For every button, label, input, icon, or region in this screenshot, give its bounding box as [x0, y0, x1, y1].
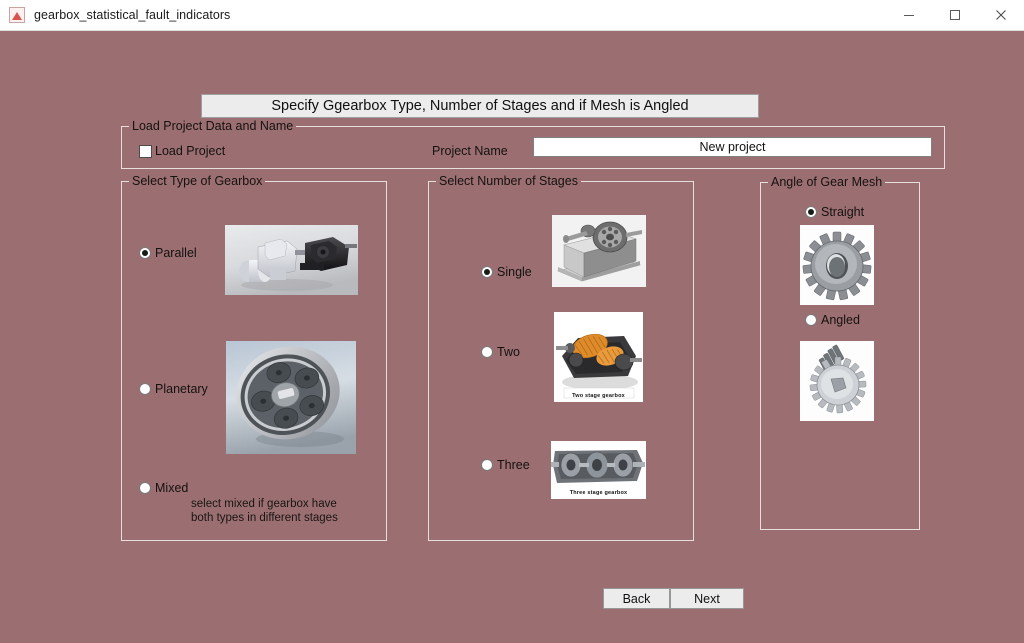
project-name-label: Project Name [432, 144, 508, 158]
radio-gearbox-type-mixed[interactable]: Mixed [139, 481, 188, 495]
application-window: gearbox_statistical_fault_indicators Spe… [0, 0, 1024, 643]
radio-mesh-straight[interactable]: Straight [805, 205, 864, 219]
mixed-hint-text: select mixed if gearbox have both types … [191, 498, 338, 524]
planetary-gearbox-image [226, 341, 356, 454]
radio-stages-two[interactable]: Two [481, 345, 520, 359]
back-button[interactable]: Back [603, 588, 670, 609]
matlab-icon [9, 7, 25, 23]
radio-mesh-angled[interactable]: Angled [805, 313, 860, 327]
parallel-gearbox-image [225, 225, 358, 295]
single-stage-gearbox-image [552, 215, 646, 287]
project-name-value: New project [699, 140, 766, 154]
gearbox-type-panel-title: Select Type of Gearbox [129, 174, 266, 188]
radio-gearbox-type-planetary[interactable]: Planetary [139, 382, 208, 396]
spur-gear-image [800, 225, 874, 305]
helical-gear-image [800, 341, 874, 421]
three-stage-caption: Three stage gearbox [569, 490, 628, 496]
radio-label-parallel: Parallel [155, 246, 197, 260]
window-title: gearbox_statistical_fault_indicators [34, 8, 231, 22]
page-title: Specify Ggearbox Type, Number of Stages … [201, 94, 759, 118]
number-of-stages-panel-title: Select Number of Stages [436, 174, 581, 188]
radio-circle-icon [481, 346, 493, 358]
radio-label-single: Single [497, 265, 532, 279]
load-project-checkbox-label: Load Project [155, 144, 226, 158]
two-stage-caption: Two stage gearbox [572, 393, 625, 399]
next-button[interactable]: Next [670, 588, 744, 609]
checkbox-box-icon [139, 144, 152, 158]
radio-label-planetary: Planetary [155, 382, 208, 396]
radio-circle-icon [481, 459, 493, 471]
two-stage-gearbox-image: Two stage gearbox [554, 312, 643, 402]
radio-circle-icon [805, 314, 817, 326]
radio-label-three: Three [497, 458, 530, 472]
close-icon[interactable] [978, 0, 1024, 29]
radio-circle-icon [805, 206, 817, 218]
radio-label-mixed: Mixed [155, 481, 189, 495]
radio-gearbox-type-parallel[interactable]: Parallel [139, 246, 197, 260]
maximize-icon[interactable] [932, 0, 978, 29]
radio-circle-icon [139, 482, 151, 494]
radio-label-two: Two [497, 345, 520, 359]
minimize-icon[interactable] [886, 0, 932, 29]
radio-label-angled: Angled [821, 313, 860, 327]
angle-of-gear-mesh-panel-title: Angle of Gear Mesh [768, 175, 886, 189]
radio-circle-icon [139, 247, 151, 259]
radio-label-straight: Straight [821, 205, 865, 219]
load-project-checkbox[interactable]: Load Project [139, 144, 225, 158]
load-project-panel-title: Load Project Data and Name [129, 119, 297, 133]
radio-circle-icon [139, 383, 151, 395]
load-project-panel: Load Project Data and Name Load Project … [121, 119, 945, 169]
three-stage-gearbox-image: Three stage gearbox [551, 441, 646, 499]
radio-circle-icon [481, 266, 493, 278]
radio-stages-three[interactable]: Three [481, 458, 530, 472]
radio-stages-single[interactable]: Single [481, 265, 532, 279]
title-bar: gearbox_statistical_fault_indicators [0, 0, 1024, 31]
project-name-input[interactable]: New project [533, 137, 932, 157]
